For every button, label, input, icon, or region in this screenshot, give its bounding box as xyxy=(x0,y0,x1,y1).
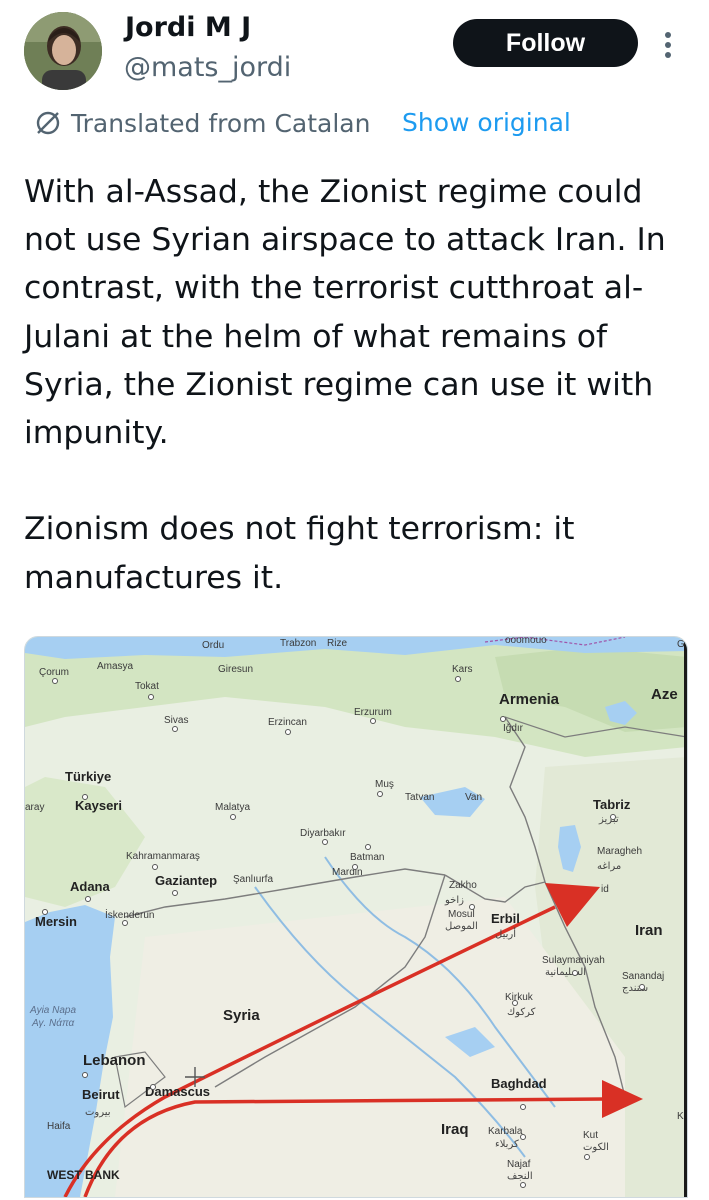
map-label: Erbil xyxy=(491,911,520,926)
map-label: Kayseri xyxy=(75,798,122,813)
map-label: Amasya xyxy=(97,661,134,672)
more-vertical-icon[interactable] xyxy=(656,30,680,60)
map-label: الكوت xyxy=(583,1142,609,1153)
map-label: Mardin xyxy=(332,867,363,878)
map-label: Kahramanmaraş xyxy=(126,851,200,862)
map-label: كركوك xyxy=(507,1007,536,1018)
map-svg: Ordu Trabzon Rize ooomouo Çorum Amasya T… xyxy=(25,637,687,1197)
map-label: Aze xyxy=(651,686,678,703)
map-label: Lebanon xyxy=(83,1052,146,1069)
map-label: الموصل xyxy=(445,921,478,932)
map-label: Karbala xyxy=(488,1126,523,1137)
map-label: Diyarbakır xyxy=(300,828,346,839)
map-label: Ayia Napa xyxy=(29,1005,76,1016)
tweet-text: With al-Assad, the Zionist regime could … xyxy=(24,174,666,596)
map-label: ooomouo xyxy=(505,637,547,646)
map-label: Gaziantep xyxy=(155,873,217,888)
map-label: زاخو xyxy=(444,895,464,906)
map-label: Tatvan xyxy=(405,792,434,803)
map-label: Ordu xyxy=(202,640,224,651)
map-label: Malatya xyxy=(215,802,250,813)
map-label: Αγ. Νάπα xyxy=(31,1017,75,1029)
map-label: Muş xyxy=(375,779,394,790)
map-label: Şanlıurfa xyxy=(233,874,273,885)
map-label: Sulaymaniyah xyxy=(542,955,605,966)
map-label: Beirut xyxy=(82,1087,120,1102)
map-label: السليمانية xyxy=(545,967,586,978)
avatar[interactable] xyxy=(24,12,102,90)
follow-button[interactable]: Follow xyxy=(453,19,638,67)
map-label: Iraq xyxy=(441,1121,469,1138)
avatar-image xyxy=(24,12,102,90)
map-label: Sivas xyxy=(164,715,188,726)
map-label: أربيل xyxy=(495,927,516,940)
translate-icon xyxy=(36,111,60,135)
map-label: Adana xyxy=(70,879,111,894)
map-label: Baghdad xyxy=(491,1076,547,1091)
map-label: Erzincan xyxy=(268,717,307,728)
map-label: Zakho xyxy=(449,880,477,891)
author-handle[interactable]: @mats_jordi xyxy=(124,52,291,83)
map-label: Trabzon xyxy=(280,638,316,649)
map-label: كربلاء xyxy=(495,1139,519,1150)
map-label: Mersin xyxy=(35,914,77,929)
map-label: Kut xyxy=(583,1130,598,1141)
map-label: WEST BANK xyxy=(47,1168,120,1182)
map-label: بيروت xyxy=(85,1107,111,1118)
map-label: تبریز xyxy=(598,814,619,825)
map-label: Tokat xyxy=(135,681,159,692)
map-label: Van xyxy=(465,792,482,803)
map-label: Çorum xyxy=(39,667,69,678)
map-label: النجف xyxy=(507,1171,533,1182)
map-label: Najaf xyxy=(507,1159,531,1170)
translation-notice: Translated from Catalan xyxy=(33,108,370,138)
map-label: Armenia xyxy=(499,691,560,708)
author-name[interactable]: Jordi M J xyxy=(125,12,251,43)
map-label: G xyxy=(677,639,685,650)
map-label: Kars xyxy=(452,664,473,675)
map-label: aray xyxy=(25,802,44,813)
map-label: Türkiye xyxy=(65,769,111,784)
map-right-edge xyxy=(684,637,687,1197)
map-label: Rize xyxy=(327,638,347,649)
map-label: K xyxy=(677,1111,684,1122)
map-label: Kirkuk xyxy=(505,992,534,1003)
show-original-link[interactable]: Show original xyxy=(402,108,571,137)
tweet-map-image[interactable]: Ordu Trabzon Rize ooomouo Çorum Amasya T… xyxy=(24,636,688,1198)
map-label: Batman xyxy=(350,852,384,863)
map-label: Syria xyxy=(223,1007,260,1024)
map-label: Iran xyxy=(635,922,663,939)
translation-notice-text: Translated from Catalan xyxy=(71,108,371,138)
map-label: Giresun xyxy=(218,664,253,675)
map-label: Maragheh xyxy=(597,846,642,857)
map-label: Iğdır xyxy=(503,723,524,734)
map-label: Mosul xyxy=(448,909,475,920)
map-label: مراغه xyxy=(597,861,621,872)
map-label: id xyxy=(601,884,609,895)
map-label: Haifa xyxy=(47,1121,71,1132)
map-label: Sanandaj xyxy=(622,971,664,982)
map-label: Tabriz xyxy=(593,797,631,812)
map-label: İskenderun xyxy=(105,908,154,921)
map-label: Erzurum xyxy=(354,707,392,718)
